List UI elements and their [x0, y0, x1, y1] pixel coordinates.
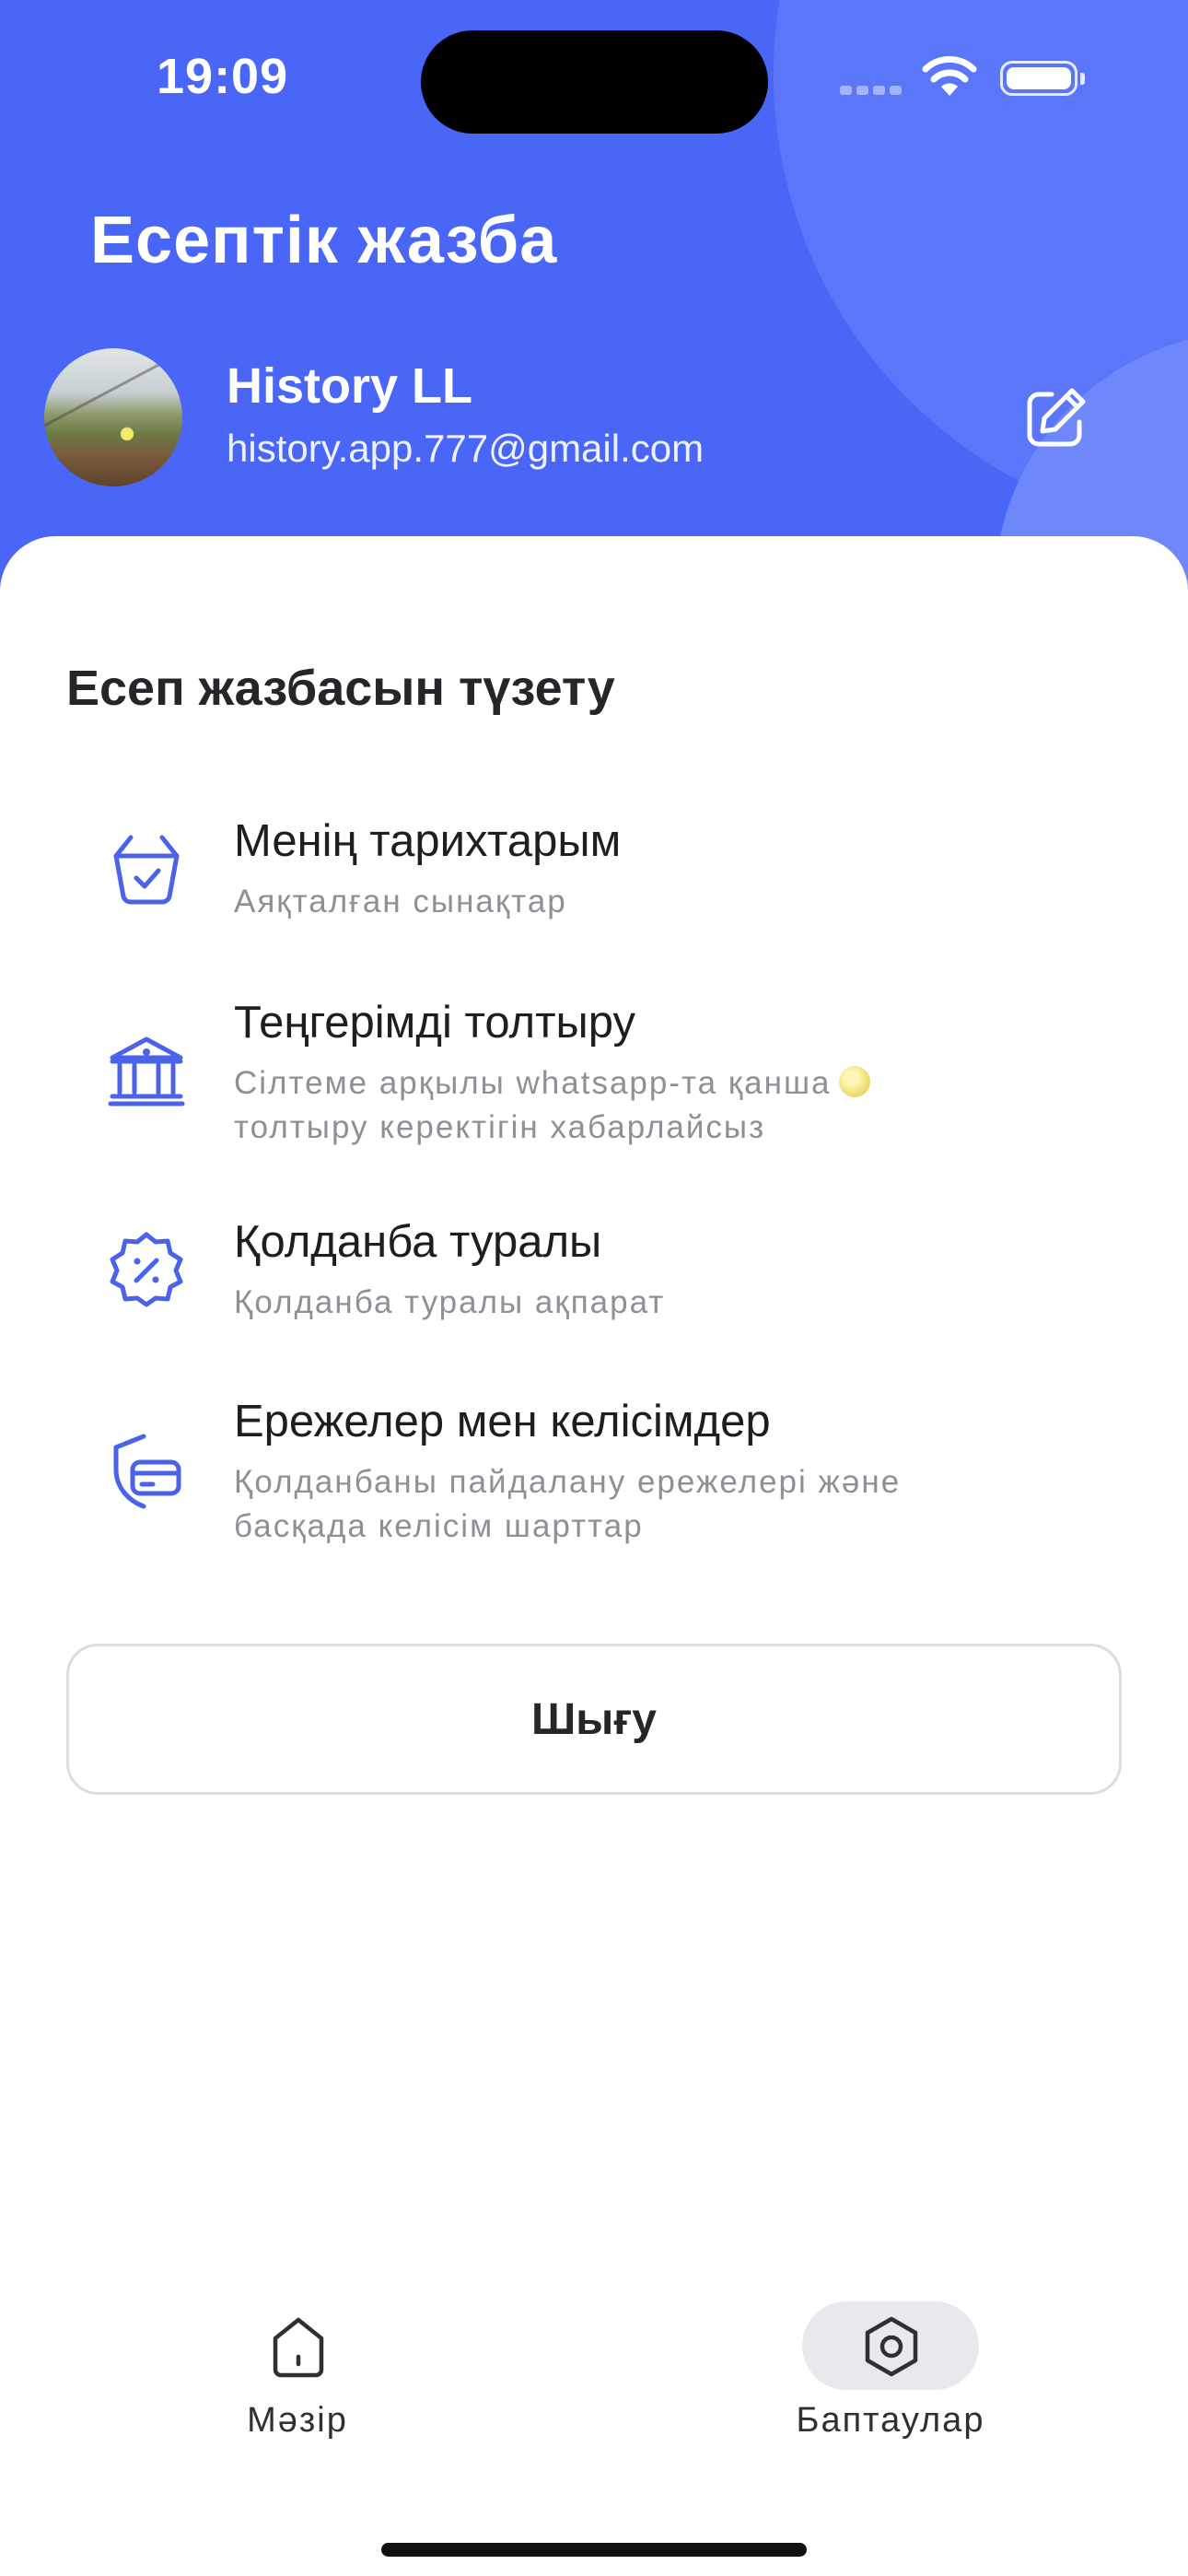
discount-badge-icon	[110, 1232, 183, 1307]
menu-item-my-histories[interactable]: Менің тарихтарым Аяқталған сынақтар	[66, 815, 1122, 935]
avatar[interactable]	[44, 348, 182, 486]
menu-item-subtitle: Қолданба туралы ақпарат	[234, 1284, 666, 1320]
menu-item-title: Қолданба туралы	[234, 1217, 602, 1267]
home-indicator	[381, 2543, 807, 2557]
menu-item-title: Ережелер мен келісімдер	[234, 1397, 771, 1446]
battery-icon	[1000, 61, 1085, 96]
menu-item-subtitle: Аяқталған сынақтар	[234, 884, 567, 919]
menu-item-about-app[interactable]: Қолданба туралы Қолданба туралы ақпарат	[66, 1216, 1122, 1336]
tab-label: Баптаулар	[796, 2401, 985, 2440]
menu-item-subtitle-line: Сілтеме арқылы whatsapp-та қанша	[234, 1065, 832, 1101]
user-name: History LL	[227, 358, 473, 414]
logout-button[interactable]: Шығу	[66, 1644, 1122, 1795]
edit-profile-icon[interactable]	[1019, 383, 1090, 455]
wifi-icon	[922, 55, 977, 96]
menu-item-subtitle: Сілтеме арқылы whatsapp-та қанша толтыру…	[234, 1061, 1063, 1150]
menu-item-subtitle-line: толтыру керектігін хабарлайсыз	[234, 1109, 766, 1145]
menu-item-title: Менің тарихтарым	[234, 816, 622, 866]
shield-card-icon	[113, 1434, 181, 1509]
menu-item-rules-agreements[interactable]: Ережелер мен келісімдер Қолданбаны пайда…	[66, 1396, 1122, 1552]
home-icon	[273, 2317, 324, 2378]
dynamic-island	[421, 30, 768, 134]
settings-hexagon-icon	[865, 2316, 918, 2377]
tab-settings[interactable]: Баптаулар	[780, 2301, 1001, 2449]
status-time: 19:09	[157, 49, 289, 104]
coin-icon	[838, 1066, 870, 1097]
page-title: Есептік жазба	[90, 204, 558, 277]
cellular-signal-icon	[840, 83, 906, 100]
menu-item-top-up-balance[interactable]: Теңгерімді толтыру Сілтеме арқылы whatsa…	[66, 997, 1122, 1153]
tab-label: Мәзір	[247, 2401, 348, 2440]
menu-item-subtitle-line: басқада келісім шарттар	[234, 1508, 644, 1544]
menu-item-subtitle-line: Қолданбаны пайдалану ережелері және	[234, 1464, 902, 1500]
menu-item-title: Теңгерімді толтыру	[234, 998, 635, 1048]
tab-menu[interactable]: Мәзір	[187, 2301, 408, 2449]
basket-check-icon	[113, 835, 180, 905]
user-email: history.app.777@gmail.com	[227, 427, 705, 470]
bank-icon	[108, 1036, 185, 1107]
menu-item-subtitle: Қолданбаны пайдалану ережелері және басқ…	[234, 1460, 1063, 1549]
section-title: Есеп жазбасын түзету	[66, 661, 615, 716]
